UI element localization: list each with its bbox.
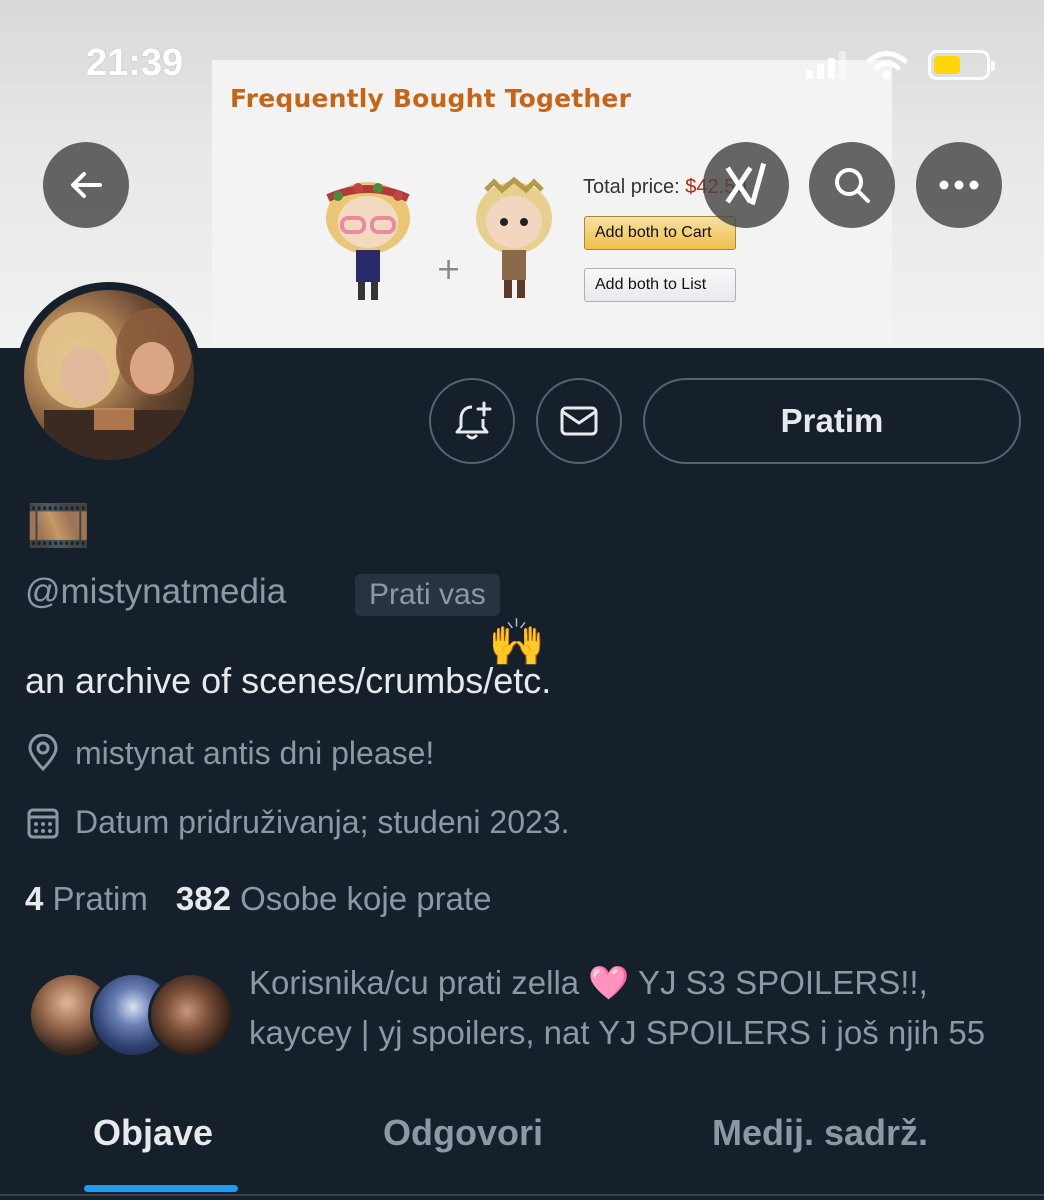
followers-label: Osobe koje prate	[240, 880, 492, 917]
follower-avatar	[148, 972, 234, 1058]
total-price-label: Total price:	[583, 176, 680, 198]
search-icon	[835, 168, 870, 203]
arrow-left-icon	[71, 172, 102, 198]
notifications-button[interactable]	[429, 378, 515, 464]
more-horizontal-icon	[939, 180, 979, 190]
tab-media[interactable]: Medij. sadrž.	[712, 1112, 928, 1154]
wifi-icon	[866, 51, 908, 80]
envelope-icon	[560, 406, 598, 436]
add-both-to-list-button: Add both to List	[584, 268, 736, 302]
display-name: 🎞️	[26, 497, 91, 555]
status-time: 21:39	[86, 42, 184, 84]
divider	[0, 1194, 1044, 1196]
followed-by-avatars[interactable]	[28, 970, 234, 1060]
followed-by-text[interactable]: Korisnika/cu prati zella 🩷 YJ S3 SPOILER…	[249, 958, 1029, 1058]
search-button[interactable]	[809, 142, 895, 228]
banner-title: Frequently Bought Together	[230, 84, 632, 113]
tab-replies[interactable]: Odgovori	[383, 1112, 543, 1154]
grok-button[interactable]	[703, 142, 789, 228]
cellular-signal-icon	[806, 51, 846, 79]
bell-plus-icon	[455, 401, 492, 440]
active-tab-indicator	[84, 1185, 238, 1192]
handle: @mistynatmedia	[25, 572, 287, 611]
add-both-to-cart-button: Add both to Cart	[584, 216, 736, 250]
following-button[interactable]: Pratim	[643, 378, 1021, 464]
avatar-image	[37, 308, 192, 460]
following-stat[interactable]: 4 Pratim	[25, 880, 148, 918]
following-label: Pratim	[52, 880, 148, 917]
battery-icon	[928, 50, 995, 80]
profile-avatar-frame[interactable]	[16, 282, 202, 468]
following-count: 4	[25, 880, 44, 917]
funko-figure-1	[326, 182, 410, 300]
profile-tabs: Objave Odgovori Medij. sadrž.	[0, 1090, 1044, 1200]
back-button[interactable]	[43, 142, 129, 228]
location-pin-icon	[28, 734, 58, 772]
status-icons	[806, 50, 995, 80]
plus-sign: +	[436, 252, 462, 287]
grok-icon	[725, 162, 767, 206]
more-button[interactable]	[916, 142, 1002, 228]
profile-bio: an archive of scenes/crumbs/etc.	[25, 660, 552, 701]
calendar-icon	[27, 808, 59, 838]
location-text: mistynat antis dni please!	[75, 734, 435, 771]
follows-you-badge: Prati vas	[355, 574, 500, 616]
avatar[interactable]	[24, 290, 194, 460]
followers-count: 382	[175, 880, 231, 917]
followers-stat[interactable]: 382 Osobe koje prate	[176, 880, 492, 918]
profile-location: mistynat antis dni please!	[25, 734, 434, 772]
tab-posts[interactable]: Objave	[93, 1112, 213, 1154]
funko-figure-2	[476, 176, 552, 298]
message-button[interactable]	[536, 378, 622, 464]
join-date-text: Datum pridruživanja; studeni 2023.	[75, 804, 570, 840]
profile-join-date: Datum pridruživanja; studeni 2023.	[25, 804, 570, 841]
follow-stats: 4 Pratim 382 Osobe koje prate	[25, 880, 491, 918]
